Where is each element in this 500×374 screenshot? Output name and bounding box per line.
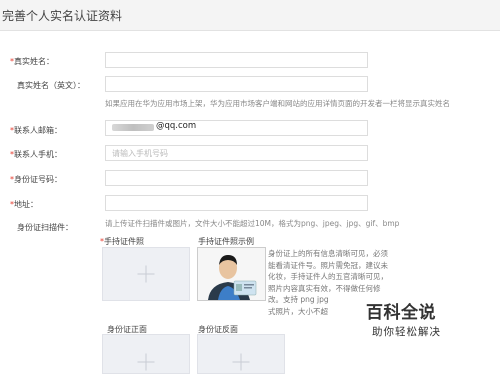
- email-value: @qq.com: [156, 121, 197, 131]
- hand-held-upload[interactable]: [102, 247, 190, 301]
- phone-label: *联系人手机：: [10, 149, 62, 160]
- page-title: 完善个人实名认证资料: [2, 9, 123, 23]
- real-name-hint: 如果应用在华为应用市场上架，华为应用市场客户端和网站的应用详情页面的开发者一栏将…: [105, 99, 450, 108]
- watermark-title: 百科全说: [366, 303, 436, 323]
- real-name-input[interactable]: [105, 52, 368, 68]
- watermark-subtitle: 助你轻松解决: [372, 326, 441, 338]
- id-back-upload[interactable]: [197, 334, 285, 374]
- real-name-en-input[interactable]: [105, 76, 368, 92]
- requirement-line: 化妆，手持证件人的五官清晰可见，: [268, 272, 388, 282]
- person-holding-id-illustration: [198, 248, 265, 300]
- address-label-text: 地址：: [14, 200, 38, 209]
- address-label: *地址：: [10, 199, 38, 210]
- plus-icon-bar: [137, 361, 155, 363]
- hand-held-label: *手持证件照: [100, 236, 144, 247]
- address-input[interactable]: [105, 195, 368, 211]
- requirement-line: 照片内容真实有效，不得做任何修: [268, 283, 381, 293]
- phone-input[interactable]: [105, 145, 368, 161]
- plus-icon-bar: [232, 361, 250, 363]
- plus-icon-bar: [137, 273, 155, 275]
- real-name-label-text: 真实姓名：: [14, 57, 54, 66]
- email-label: *联系人邮箱：: [10, 125, 62, 136]
- sample-photo: [197, 247, 266, 301]
- real-name-label: *真实姓名：: [10, 56, 54, 67]
- requirement-line: 能看清证件号。照片需免冠，建议未: [268, 260, 388, 270]
- sample-label: 手持证件照示例: [198, 237, 254, 246]
- email-redacted-prefix: [112, 124, 154, 131]
- id-scan-hint: 请上传证件扫描件或图片，文件大小不能超过10M，格式为png、jpeg、jpg、…: [105, 219, 400, 228]
- id-number-label: *身份证号码：: [10, 174, 62, 185]
- id-number-input[interactable]: [105, 170, 368, 186]
- phone-label-text: 联系人手机：: [14, 150, 62, 159]
- id-scan-label: 身份证扫描件：: [17, 223, 73, 232]
- id-number-label-text: 身份证号码：: [14, 175, 62, 184]
- requirement-line: 身份证上的所有信息清晰可见，必须: [268, 249, 388, 258]
- id-front-upload[interactable]: [102, 334, 190, 374]
- real-name-en-label: 真实姓名（英文）：: [17, 81, 85, 90]
- watermark: 百科全说 助你轻松解决: [360, 298, 500, 346]
- email-label-text: 联系人邮箱：: [14, 126, 62, 135]
- page-header: 完善个人实名认证资料: [0, 0, 500, 31]
- hand-held-label-text: 手持证件照: [104, 237, 144, 246]
